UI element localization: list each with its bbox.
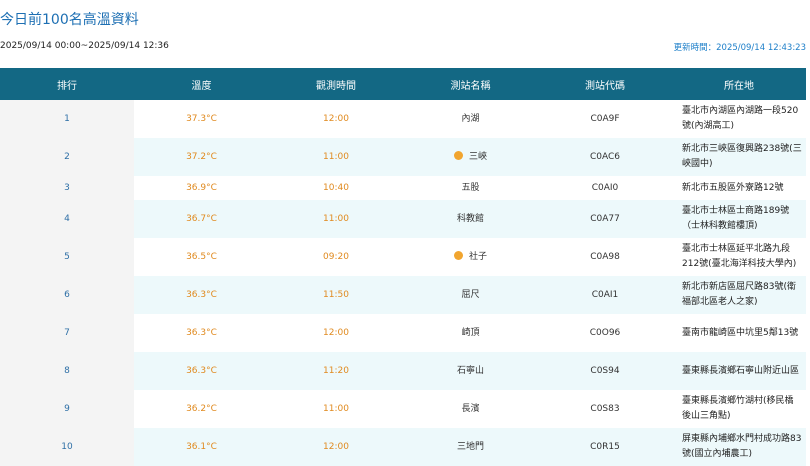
station-name-cell[interactable]: 社子	[403, 238, 538, 276]
table-row[interactable]: 5 36.5°C 09:20 社子 C0A98 臺北市士林區延平北路九段212號(臺北海洋…	[0, 238, 806, 276]
header-observation-time[interactable]: 觀測時間	[269, 68, 403, 100]
temperature-cell: 36.9°C	[134, 176, 269, 200]
location-cell: 臺東縣長濱鄉石寧山附近山區	[672, 352, 806, 390]
page-title: 今日前100名高溫資料	[0, 12, 139, 28]
temperature-cell: 37.3°C	[134, 100, 269, 138]
location-cell: 新北市新店區屈尺路83號(衛福部北區老人之家)	[672, 276, 806, 314]
station-name-cell[interactable]: 三峽	[403, 138, 538, 176]
header-station-code[interactable]: 測站代碼	[538, 68, 672, 100]
observation-time-cell: 11:50	[269, 276, 403, 314]
station-name-cell[interactable]: 五股	[403, 176, 538, 200]
location-cell: 新北市五股區外寮路12號	[672, 176, 806, 200]
rank-cell: 6	[0, 276, 134, 314]
station-code-cell: C0A9F	[538, 100, 672, 138]
station-name[interactable]: 三地門	[457, 442, 484, 452]
table-row[interactable]: 10 36.1°C 12:00 三地門 C0R15 屏東縣內埔鄉水門村成功路83號(國立內…	[0, 428, 806, 466]
station-name[interactable]: 內湖	[461, 114, 479, 124]
warning-icon	[453, 250, 463, 260]
observation-time-cell: 11:20	[269, 352, 403, 390]
station-name[interactable]: 社子	[469, 252, 487, 262]
observation-time-cell: 12:00	[269, 314, 403, 352]
header-rank[interactable]: 排行	[0, 68, 134, 100]
location-cell: 屏東縣內埔鄉水門村成功路83號(國立內埔農工)	[672, 428, 806, 466]
rank-cell: 2	[0, 138, 134, 176]
station-code-cell: C0AI1	[538, 276, 672, 314]
station-name-cell[interactable]: 長濱	[403, 390, 538, 428]
station-code-cell: C0R15	[538, 428, 672, 466]
update-time: 更新時間：2025/09/14 12:43:23	[673, 43, 806, 53]
temperature-cell: 36.7°C	[134, 200, 269, 238]
station-name-cell[interactable]: 屈尺	[403, 276, 538, 314]
rank-cell: 4	[0, 200, 134, 238]
rank-cell: 7	[0, 314, 134, 352]
rank-cell: 1	[0, 100, 134, 138]
station-code-cell: C0AI0	[538, 176, 672, 200]
rank-cell: 8	[0, 352, 134, 390]
rank-cell: 5	[0, 238, 134, 276]
station-name[interactable]: 屈尺	[461, 290, 479, 300]
station-name[interactable]: 科教館	[457, 214, 484, 224]
table-row[interactable]: 3 36.9°C 10:40 五股 C0AI0 新北市五股區外寮路12號	[0, 176, 806, 200]
location-cell: 臺東縣長濱鄉竹湖村(移民橋後山三角點)	[672, 390, 806, 428]
station-name-cell[interactable]: 崎頂	[403, 314, 538, 352]
temperature-cell: 37.2°C	[134, 138, 269, 176]
observation-time-cell: 11:00	[269, 138, 403, 176]
temperature-cell: 36.1°C	[134, 428, 269, 466]
table-row[interactable]: 2 37.2°C 11:00 三峽 C0AC6 新北市三峽區復興路238號(三峽國中)	[0, 138, 806, 176]
time-range: 2025/09/14 00:00~2025/09/14 12:36	[0, 41, 169, 51]
location-cell: 臺北市士林區士商路189號（士林科教館樓頂)	[672, 200, 806, 238]
station-name-cell[interactable]: 石寧山	[403, 352, 538, 390]
station-name[interactable]: 崎頂	[461, 328, 479, 338]
rank-cell: 3	[0, 176, 134, 200]
temperature-cell: 36.3°C	[134, 276, 269, 314]
station-name[interactable]: 五股	[461, 183, 479, 193]
station-code-cell: C0O96	[538, 314, 672, 352]
header-station-name[interactable]: 測站名稱	[403, 68, 538, 100]
temperature-cell: 36.3°C	[134, 352, 269, 390]
table-header-row: 排行 溫度 觀測時間 測站名稱 測站代碼 所在地	[0, 68, 806, 100]
station-name-cell[interactable]: 科教館	[403, 200, 538, 238]
table-row[interactable]: 8 36.3°C 11:20 石寧山 C0S94 臺東縣長濱鄉石寧山附近山區	[0, 352, 806, 390]
rank-cell: 10	[0, 428, 134, 466]
station-name[interactable]: 石寧山	[457, 366, 484, 376]
warning-icon	[453, 150, 463, 160]
location-cell: 臺南市龍崎區中坑里5鄰13號	[672, 314, 806, 352]
header-temperature[interactable]: 溫度	[134, 68, 269, 100]
observation-time-cell: 09:20	[269, 238, 403, 276]
table-row[interactable]: 1 37.3°C 12:00 內湖 C0A9F 臺北市內湖區內湖路一段520號(內湖高工)	[0, 100, 806, 138]
station-name[interactable]: 三峽	[469, 152, 487, 162]
station-code-cell: C0A77	[538, 200, 672, 238]
high-temperature-table: 排行 溫度 觀測時間 測站名稱 測站代碼 所在地 1 37.3°C 12:00 內湖 C…	[0, 68, 806, 466]
observation-time-cell: 12:00	[269, 100, 403, 138]
station-name[interactable]: 長濱	[461, 404, 479, 414]
header-location[interactable]: 所在地	[672, 68, 806, 100]
table-row[interactable]: 7 36.3°C 12:00 崎頂 C0O96 臺南市龍崎區中坑里5鄰13號	[0, 314, 806, 352]
rank-cell: 9	[0, 390, 134, 428]
location-cell: 新北市三峽區復興路238號(三峽國中)	[672, 138, 806, 176]
observation-time-cell: 10:40	[269, 176, 403, 200]
table-row[interactable]: 6 36.3°C 11:50 屈尺 C0AI1 新北市新店區屈尺路83號(衛福部北區老人之…	[0, 276, 806, 314]
observation-time-cell: 11:00	[269, 200, 403, 238]
observation-time-cell: 11:00	[269, 390, 403, 428]
observation-time-cell: 12:00	[269, 428, 403, 466]
station-name-cell[interactable]: 三地門	[403, 428, 538, 466]
station-code-cell: C0S83	[538, 390, 672, 428]
station-code-cell: C0AC6	[538, 138, 672, 176]
table-row[interactable]: 9 36.2°C 11:00 長濱 C0S83 臺東縣長濱鄉竹湖村(移民橋後山三角點)	[0, 390, 806, 428]
temperature-cell: 36.2°C	[134, 390, 269, 428]
location-cell: 臺北市士林區延平北路九段212號(臺北海洋科技大學內)	[672, 238, 806, 276]
temperature-cell: 36.3°C	[134, 314, 269, 352]
station-code-cell: C0A98	[538, 238, 672, 276]
temperature-cell: 36.5°C	[134, 238, 269, 276]
station-code-cell: C0S94	[538, 352, 672, 390]
table-row[interactable]: 4 36.7°C 11:00 科教館 C0A77 臺北市士林區士商路189號（士林科教館樓…	[0, 200, 806, 238]
location-cell: 臺北市內湖區內湖路一段520號(內湖高工)	[672, 100, 806, 138]
station-name-cell[interactable]: 內湖	[403, 100, 538, 138]
